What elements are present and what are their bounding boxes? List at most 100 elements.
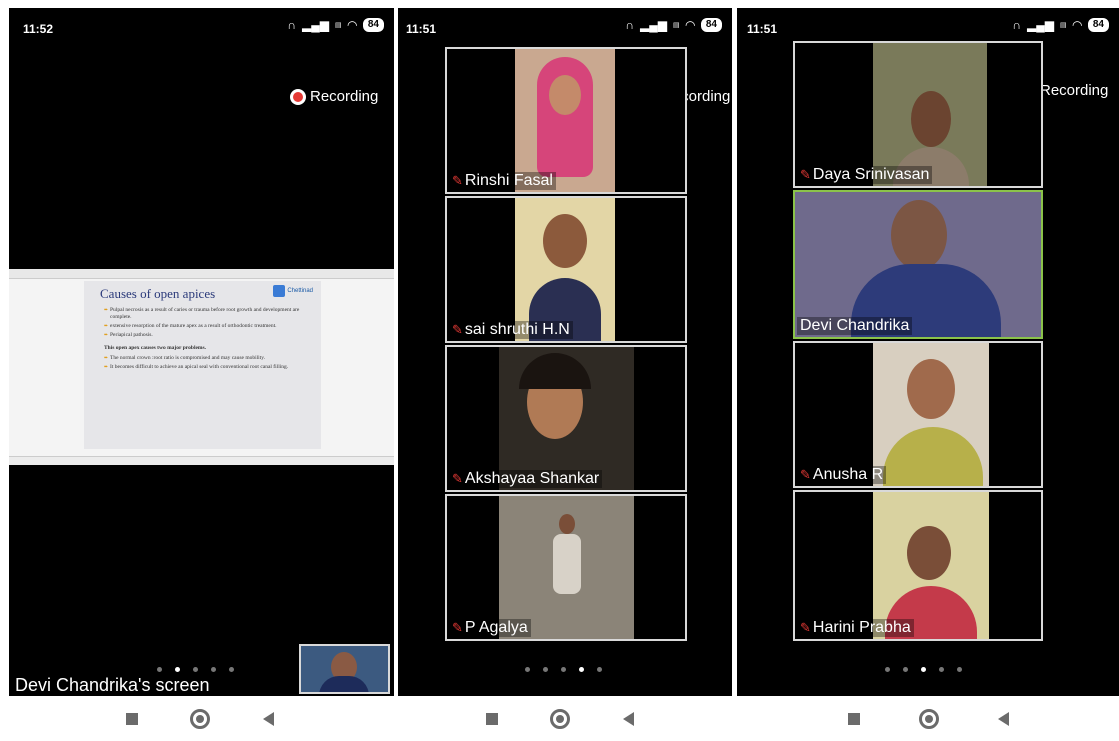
status-bar: 11:51 ∩ ▂▄▆ ▤ ◠ 84 — [737, 8, 1119, 38]
participant-video — [499, 347, 634, 490]
participant-name: Akshayaa Shankar — [464, 470, 600, 487]
participant-video — [795, 192, 1041, 337]
participant-tile[interactable]: ✎ sai shruthi H.N — [445, 196, 687, 343]
phone-screen-2: 11:51 ∩ ▂▄▆ ▤ ◠ 84 Recording ✎ Rinshi Fa… — [398, 8, 732, 696]
logo-text: Chettinad — [287, 288, 313, 294]
participant-tile[interactable]: ✎ Harini Prabha — [793, 490, 1043, 641]
recording-indicator: Recording — [290, 88, 378, 105]
page-dot[interactable] — [885, 667, 890, 672]
mic-muted-icon: ✎ — [452, 173, 463, 188]
home-icon[interactable] — [190, 708, 211, 729]
browser-taskbar — [9, 456, 394, 465]
mic-muted-icon: ✎ — [452, 471, 463, 486]
headphones-icon: ∩ — [287, 18, 297, 32]
nav-group-2 — [460, 696, 660, 741]
page-indicator — [157, 667, 234, 672]
mic-muted-icon: ✎ — [800, 467, 811, 482]
page-dot[interactable] — [193, 667, 198, 672]
page-dot[interactable] — [939, 667, 944, 672]
participant-video — [873, 492, 989, 639]
participant-name-tag: ✎ Akshayaa Shankar — [449, 470, 603, 488]
slide-title: Causes of open apices — [100, 286, 216, 301]
signal-icon: ▂▄▆ — [302, 18, 330, 32]
participant-name: Daya Srinivasan — [812, 166, 930, 183]
back-icon[interactable] — [622, 711, 634, 726]
back-icon[interactable] — [262, 711, 274, 726]
page-dot[interactable] — [229, 667, 234, 672]
battery-indicator: 84 — [362, 18, 384, 32]
participant-name-tag: ✎ Rinshi Fasal — [449, 172, 556, 190]
page-dot-active[interactable] — [579, 667, 584, 672]
mic-muted-icon: ✎ — [800, 620, 811, 635]
slide-logo: Chettinad — [273, 285, 313, 297]
participant-name-tag: Devi Chandrika — [797, 317, 913, 335]
recents-icon[interactable] — [486, 712, 499, 725]
participant-name: P Agalya — [464, 619, 528, 636]
page-dot[interactable] — [525, 667, 530, 672]
participant-tile[interactable]: ✎ P Agalya — [445, 494, 687, 641]
page-dot[interactable] — [543, 667, 548, 672]
headphones-icon: ∩ — [625, 18, 635, 32]
participant-video — [873, 343, 989, 486]
self-view-thumbnail[interactable] — [299, 644, 390, 694]
recording-label: Recording — [1040, 82, 1109, 99]
battery-indicator: 84 — [1087, 18, 1109, 32]
slide-bullet: It becomes difficult to achieve an apica… — [104, 364, 304, 371]
slide-bullet: Pulpal necrosis as a result of caries or… — [104, 307, 304, 321]
participant-video — [499, 496, 634, 639]
participant-tile[interactable]: ✎ Rinshi Fasal — [445, 47, 687, 194]
participant-name-tag: ✎ Anusha R — [797, 466, 887, 484]
participant-name-tag: ✎ sai shruthi H.N — [449, 321, 573, 339]
page-dot[interactable] — [597, 667, 602, 672]
wifi-icon: ◠ — [347, 18, 357, 32]
volte-icon: ▤ — [1060, 21, 1067, 29]
battery-indicator: 84 — [700, 18, 722, 32]
recents-icon[interactable] — [847, 712, 860, 725]
system-navigation — [0, 696, 1119, 741]
nav-group-1 — [100, 696, 300, 741]
mic-muted-icon: ✎ — [452, 620, 463, 635]
status-time: 11:51 — [406, 22, 437, 36]
page-dot-active[interactable] — [175, 667, 180, 672]
mic-muted-icon: ✎ — [800, 167, 811, 182]
page-dot[interactable] — [157, 667, 162, 672]
page-dot[interactable] — [561, 667, 566, 672]
participant-video — [319, 676, 369, 692]
wifi-icon: ◠ — [685, 18, 695, 32]
page-dot[interactable] — [957, 667, 962, 672]
share-label: Devi Chandrika's screen — [15, 675, 210, 695]
page-dot[interactable] — [211, 667, 216, 672]
home-icon[interactable] — [918, 708, 939, 729]
participant-video — [873, 43, 987, 186]
participant-name-tag: ✎ Daya Srinivasan — [797, 166, 933, 184]
participant-tile-active-speaker[interactable]: Devi Chandrika — [793, 190, 1043, 339]
slide-bullet: Periapical pathosis. — [104, 332, 304, 339]
recents-icon[interactable] — [126, 712, 139, 725]
participant-name: Rinshi Fasal — [464, 172, 553, 189]
participant-tile[interactable]: ✎ Daya Srinivasan — [793, 41, 1043, 188]
participant-tile[interactable]: ✎ Akshayaa Shankar — [445, 345, 687, 492]
participant-name-tag: ✎ P Agalya — [449, 619, 531, 637]
page-dot[interactable] — [903, 667, 908, 672]
status-time: 11:51 — [747, 22, 778, 36]
participant-name-tag: ✎ Harini Prabha — [797, 619, 914, 637]
volte-icon: ▤ — [673, 21, 680, 29]
presentation-slide: Causes of open apices Chettinad Pulpal n… — [84, 281, 321, 449]
phone-screen-3: 11:51 ∩ ▂▄▆ ▤ ◠ 84 Recording ✎ Daya Srin… — [737, 8, 1119, 696]
status-bar: 11:52 ∩ ▂▄▆ ▤ ◠ 84 — [9, 8, 394, 38]
recording-dot-icon — [290, 88, 306, 105]
status-time: 11:52 — [23, 22, 54, 36]
signal-icon: ▂▄▆ — [1027, 18, 1055, 32]
slide-subheading: This open apex causes two major problems… — [104, 345, 207, 351]
shared-screen[interactable]: Causes of open apices Chettinad Pulpal n… — [9, 269, 394, 465]
nav-group-3 — [818, 696, 1038, 741]
signal-icon: ▂▄▆ — [640, 18, 668, 32]
slide-body: Pulpal necrosis as a result of caries or… — [104, 307, 304, 373]
phone-screen-1: 11:52 ∩ ▂▄▆ ▤ ◠ 84 Recording Causes of o… — [9, 8, 394, 696]
headphones-icon: ∩ — [1012, 18, 1022, 32]
back-icon[interactable] — [997, 711, 1009, 726]
browser-tabs — [9, 269, 394, 279]
page-dot-active[interactable] — [921, 667, 926, 672]
participant-tile[interactable]: ✎ Anusha R — [793, 341, 1043, 488]
home-icon[interactable] — [550, 708, 571, 729]
